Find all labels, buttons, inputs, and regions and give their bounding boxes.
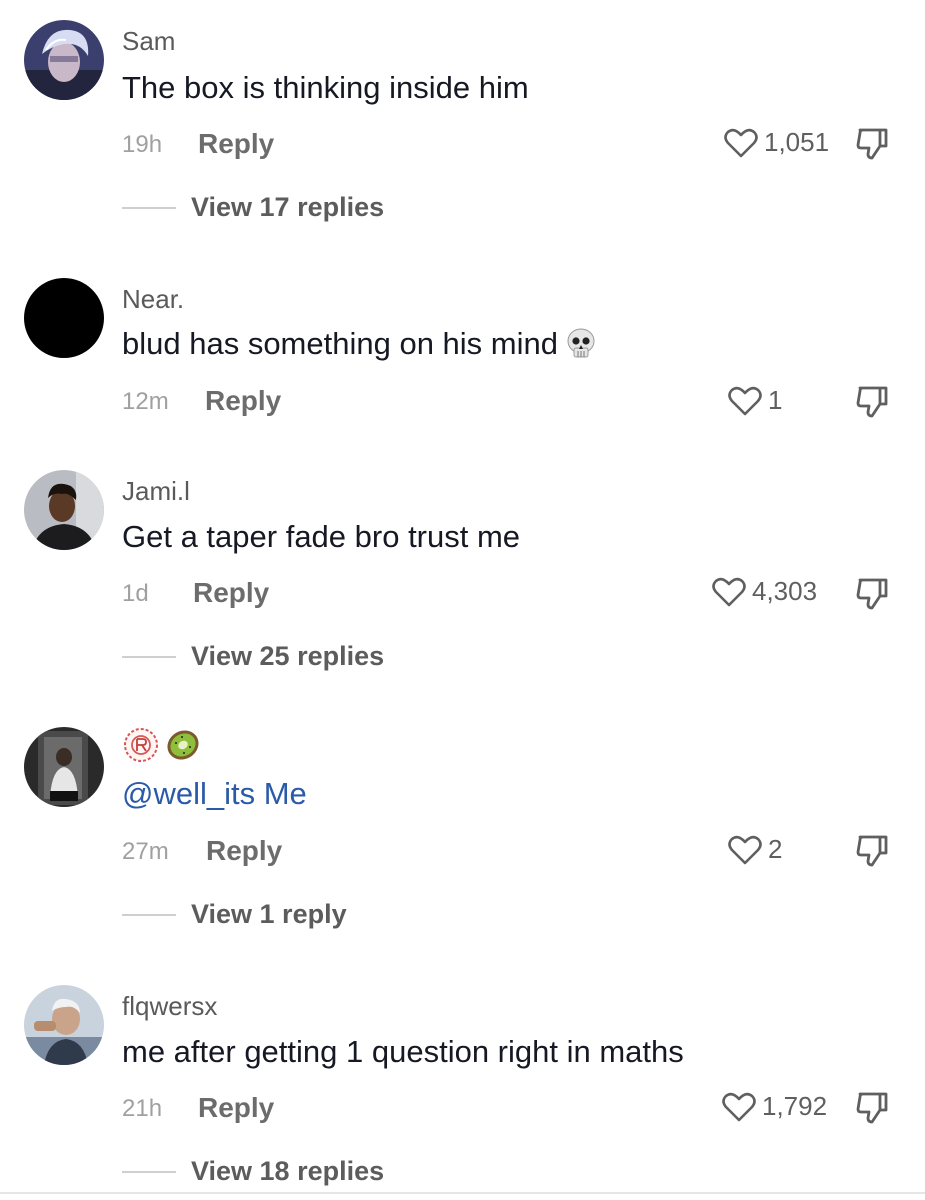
like-button[interactable]: 1 — [728, 385, 782, 416]
comment-username[interactable]: Sam — [122, 26, 175, 57]
avatar[interactable] — [24, 278, 104, 358]
view-replies-button[interactable]: View 25 replies — [122, 641, 384, 672]
heart-outline-icon — [728, 386, 762, 415]
dislike-button[interactable] — [854, 1090, 890, 1126]
view-replies-label: View 1 reply — [191, 899, 347, 929]
thumbs-down-icon — [856, 386, 888, 418]
view-replies-button[interactable]: View 17 replies — [122, 192, 384, 223]
comment-timestamp: 12m — [122, 388, 169, 415]
replies-divider — [122, 1170, 176, 1173]
comment-timestamp: 19h — [122, 131, 163, 158]
view-replies-label: View 25 replies — [191, 641, 385, 671]
avatar[interactable] — [24, 470, 104, 550]
heart-outline-icon — [728, 835, 762, 864]
reply-button[interactable]: Reply — [198, 128, 274, 160]
like-button[interactable]: 1,051 — [724, 127, 829, 158]
thumbs-down-icon — [856, 578, 888, 610]
replies-divider — [122, 913, 176, 916]
reply-button[interactable]: Reply — [193, 577, 269, 609]
thumbs-down-icon — [856, 835, 888, 867]
dislike-button[interactable] — [854, 384, 890, 420]
like-count: 1 — [768, 385, 783, 415]
like-count: 1,051 — [764, 127, 830, 157]
dislike-button[interactable] — [854, 126, 890, 162]
comment-text: blud has something on his mind — [122, 326, 598, 362]
replies-divider — [122, 655, 176, 658]
avatar[interactable] — [24, 985, 104, 1065]
like-count: 1,792 — [762, 1091, 828, 1121]
view-replies-label: View 17 replies — [191, 192, 385, 222]
comment-text-content: blud has something on his mind — [122, 326, 558, 361]
comment-username-emojis[interactable] — [122, 725, 202, 765]
dislike-button[interactable] — [854, 576, 890, 612]
skull-emoji — [567, 328, 595, 358]
heart-outline-icon — [722, 1092, 756, 1121]
kiwi-emoji — [167, 730, 199, 760]
avatar[interactable] — [24, 727, 104, 807]
comment-timestamp: 27m — [122, 838, 169, 865]
comment-text-mention[interactable]: @well_its Me — [122, 776, 307, 812]
dislike-button[interactable] — [854, 833, 890, 869]
like-count: 2 — [768, 834, 783, 864]
heart-outline-icon — [724, 128, 758, 157]
avatar[interactable] — [24, 20, 104, 100]
comment-username[interactable]: Jami.l — [122, 476, 190, 507]
view-replies-button[interactable]: View 1 reply — [122, 899, 347, 930]
replies-divider — [122, 206, 176, 209]
comment-text: Get a taper fade bro trust me — [122, 519, 521, 554]
heart-outline-icon — [712, 577, 746, 606]
like-button[interactable]: 2 — [728, 834, 782, 865]
reply-button[interactable]: Reply — [205, 385, 281, 417]
reply-button[interactable]: Reply — [206, 835, 282, 867]
comment-timestamp: 21h — [122, 1095, 163, 1122]
comment-text: me after getting 1 question right in mat… — [122, 1034, 684, 1069]
thumbs-down-icon — [856, 128, 888, 160]
like-count: 4,303 — [752, 576, 818, 606]
thumbs-down-icon — [856, 1092, 888, 1124]
view-replies-button[interactable]: View 18 replies — [122, 1156, 384, 1187]
reply-button[interactable]: Reply — [198, 1092, 274, 1124]
view-replies-label: View 18 replies — [191, 1156, 385, 1186]
comment-username[interactable]: flqwersx — [122, 991, 217, 1022]
comment-timestamp: 1d — [122, 580, 149, 607]
like-button[interactable]: 1,792 — [722, 1091, 827, 1122]
like-button[interactable]: 4,303 — [712, 576, 817, 607]
red-emblem-emoji — [124, 728, 158, 762]
comment-username[interactable]: Near. — [122, 284, 184, 315]
bottom-divider — [0, 1192, 925, 1194]
comment-text: The box is thinking inside him — [122, 70, 529, 105]
